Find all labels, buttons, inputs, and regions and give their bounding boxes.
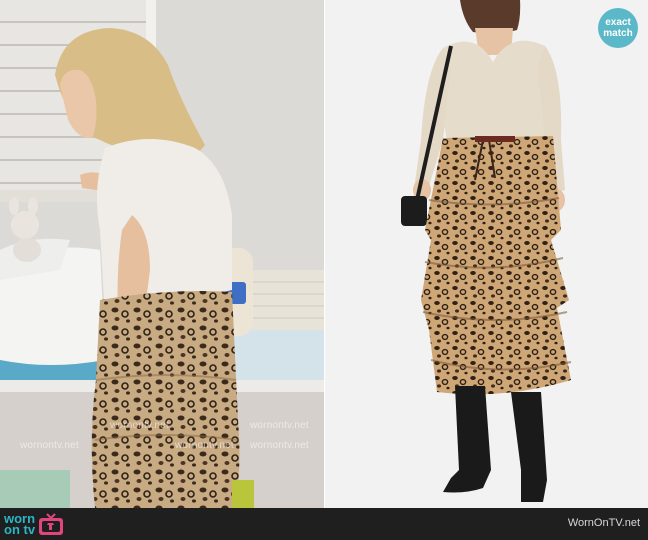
- footer-bar: worn on tv WornOnTV.net: [0, 508, 648, 540]
- site-name: WornOnTV.net: [567, 517, 640, 529]
- product-illustration: [325, 0, 648, 508]
- logo-text: worn on tv: [4, 512, 36, 537]
- tv-still-photo: wornontv.net wornontv.net wornontv.net w…: [0, 0, 324, 508]
- badge-line-1: exact: [605, 17, 631, 28]
- wornontv-logo[interactable]: worn on tv: [4, 511, 64, 537]
- watermark-left-4: wornontv.net: [250, 420, 309, 431]
- watermark-left-3: wornontv.net: [175, 440, 234, 451]
- exact-match-badge: exact match: [598, 8, 638, 48]
- watermark-left-1: wornontv.net: [20, 440, 79, 451]
- watermark-left-5: wornontv.net: [250, 440, 309, 451]
- product-photo: exact match: [325, 0, 648, 508]
- tv-still-illustration: [0, 0, 324, 508]
- watermark-left-2: wornontv.net: [110, 420, 169, 431]
- badge-line-2: match: [603, 28, 633, 39]
- logo-line-2: on tv: [4, 522, 36, 537]
- tv-icon: [39, 513, 64, 535]
